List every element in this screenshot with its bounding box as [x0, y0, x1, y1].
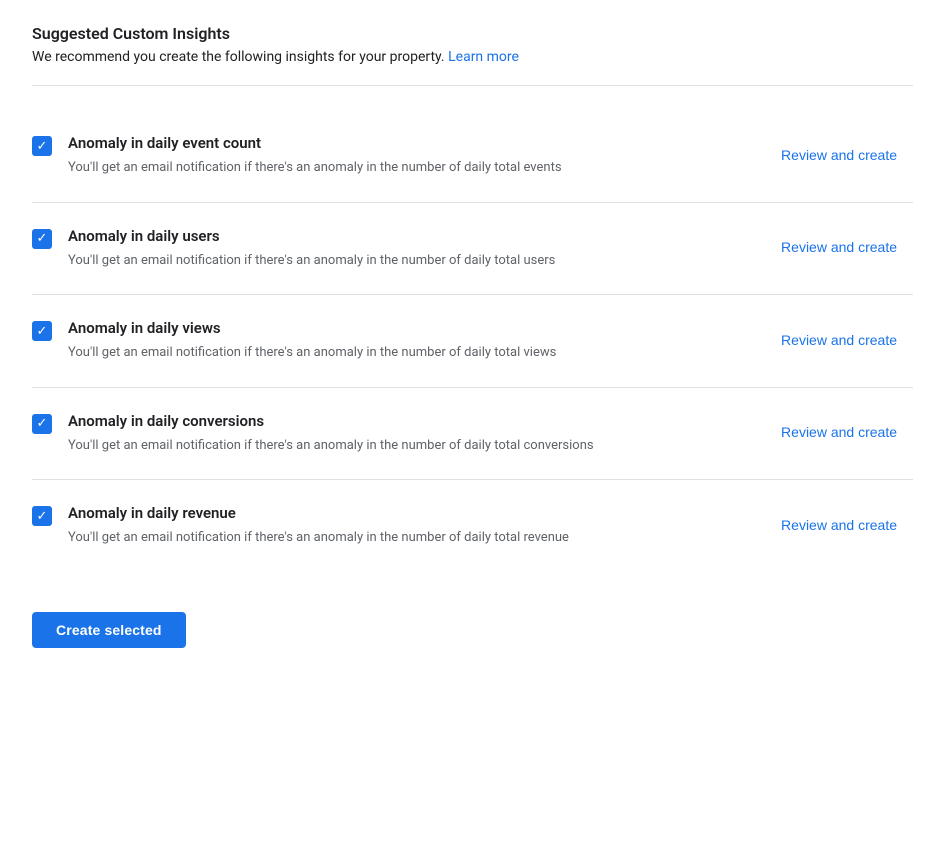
footer: Create selected	[32, 604, 913, 648]
insight-description: You'll get an email notification if ther…	[68, 158, 728, 178]
insight-content: Anomaly in daily revenue You'll get an e…	[68, 504, 765, 548]
insights-list: ✓ Anomaly in daily event count You'll ge…	[32, 110, 913, 572]
insight-description: You'll get an email notification if ther…	[68, 343, 728, 363]
insight-checkbox-daily-conversions[interactable]: ✓	[32, 414, 52, 434]
insight-left: ✓ Anomaly in daily revenue You'll get an…	[32, 504, 765, 548]
checkbox-container: ✓	[32, 229, 52, 249]
insight-item-daily-conversions: ✓ Anomaly in daily conversions You'll ge…	[32, 388, 913, 481]
checkbox-container: ✓	[32, 321, 52, 341]
insight-checkbox-daily-users[interactable]: ✓	[32, 229, 52, 249]
insight-left: ✓ Anomaly in daily views You'll get an e…	[32, 319, 765, 363]
insight-content: Anomaly in daily users You'll get an ema…	[68, 227, 765, 271]
page-title: Suggested Custom Insights	[32, 24, 913, 43]
insight-title: Anomaly in daily views	[68, 319, 765, 337]
insight-description: You'll get an email notification if ther…	[68, 436, 728, 456]
checkmark-icon: ✓	[37, 232, 48, 245]
insight-checkbox-daily-revenue[interactable]: ✓	[32, 506, 52, 526]
insight-title: Anomaly in daily conversions	[68, 412, 765, 430]
learn-more-link[interactable]: Learn more	[448, 49, 519, 65]
insight-item-daily-revenue: ✓ Anomaly in daily revenue You'll get an…	[32, 480, 913, 572]
review-create-button-daily-users[interactable]: Review and create	[765, 230, 913, 266]
create-selected-button[interactable]: Create selected	[32, 612, 186, 648]
review-create-button-daily-revenue[interactable]: Review and create	[765, 508, 913, 544]
insight-content: Anomaly in daily conversions You'll get …	[68, 412, 765, 456]
page-container: Suggested Custom Insights We recommend y…	[0, 0, 945, 688]
insight-item-daily-views: ✓ Anomaly in daily views You'll get an e…	[32, 295, 913, 388]
page-subtitle: We recommend you create the following in…	[32, 49, 913, 65]
insight-checkbox-daily-views[interactable]: ✓	[32, 321, 52, 341]
review-create-button-daily-event-count[interactable]: Review and create	[765, 138, 913, 174]
checkmark-icon: ✓	[37, 510, 48, 523]
insight-title: Anomaly in daily revenue	[68, 504, 765, 522]
checkbox-container: ✓	[32, 506, 52, 526]
insight-left: ✓ Anomaly in daily event count You'll ge…	[32, 134, 765, 178]
checkmark-icon: ✓	[37, 325, 48, 338]
checkbox-container: ✓	[32, 414, 52, 434]
checkmark-icon: ✓	[37, 140, 48, 153]
insight-content: Anomaly in daily views You'll get an ema…	[68, 319, 765, 363]
subtitle-text: We recommend you create the following in…	[32, 49, 445, 65]
review-create-button-daily-views[interactable]: Review and create	[765, 323, 913, 359]
review-create-button-daily-conversions[interactable]: Review and create	[765, 415, 913, 451]
insight-description: You'll get an email notification if ther…	[68, 528, 728, 548]
section-divider	[32, 85, 913, 86]
insight-left: ✓ Anomaly in daily conversions You'll ge…	[32, 412, 765, 456]
insight-content: Anomaly in daily event count You'll get …	[68, 134, 765, 178]
checkmark-icon: ✓	[37, 417, 48, 430]
insight-checkbox-daily-event-count[interactable]: ✓	[32, 136, 52, 156]
checkbox-container: ✓	[32, 136, 52, 156]
insight-title: Anomaly in daily event count	[68, 134, 765, 152]
insight-title: Anomaly in daily users	[68, 227, 765, 245]
insight-left: ✓ Anomaly in daily users You'll get an e…	[32, 227, 765, 271]
insight-description: You'll get an email notification if ther…	[68, 251, 728, 271]
insight-item-daily-users: ✓ Anomaly in daily users You'll get an e…	[32, 203, 913, 296]
insight-item-daily-event-count: ✓ Anomaly in daily event count You'll ge…	[32, 110, 913, 203]
